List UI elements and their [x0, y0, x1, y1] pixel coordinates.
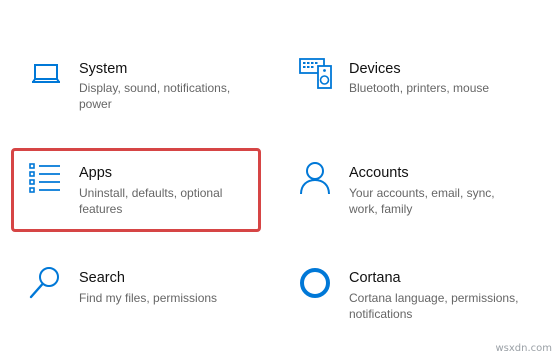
- tile-description: Uninstall, defaults, optional features: [79, 186, 223, 216]
- person-icon: [300, 162, 330, 195]
- laptop-icon: [32, 64, 60, 83]
- tile-accounts[interactable]: Accounts Your accounts, email, sync, wor…: [290, 160, 540, 220]
- tile-cortana[interactable]: Cortana Cortana language, permissions, n…: [290, 265, 540, 325]
- tile-description: Display, sound, notifications, power: [79, 81, 231, 111]
- watermark: wsxdn.com: [495, 343, 552, 354]
- tile-description: Bluetooth, printers, mouse: [349, 81, 490, 95]
- tile-description: Your accounts, email, sync, work, family: [349, 186, 495, 216]
- search-icon: [29, 267, 59, 299]
- cortana-icon: [300, 268, 330, 298]
- tile-description: Find my files, permissions: [79, 291, 218, 305]
- tile-title: System: [79, 61, 128, 77]
- tile-devices[interactable]: Devices Bluetooth, printers, mouse: [290, 55, 540, 115]
- tile-title: Search: [79, 270, 125, 286]
- apps-list-icon: [29, 163, 60, 193]
- tile-search[interactable]: Search Find my files, permissions: [20, 265, 260, 315]
- tile-title: Apps: [79, 165, 113, 181]
- devices-icon: [299, 58, 332, 89]
- tile-title: Accounts: [349, 165, 409, 181]
- tile-description: Cortana language, permissions, notificat…: [349, 291, 519, 321]
- tile-apps[interactable]: Apps Uninstall, defaults, optional featu…: [20, 160, 260, 220]
- tile-system[interactable]: System Display, sound, notifications, po…: [20, 55, 260, 115]
- tile-title: Devices: [349, 61, 401, 77]
- tile-title: Cortana: [349, 270, 401, 286]
